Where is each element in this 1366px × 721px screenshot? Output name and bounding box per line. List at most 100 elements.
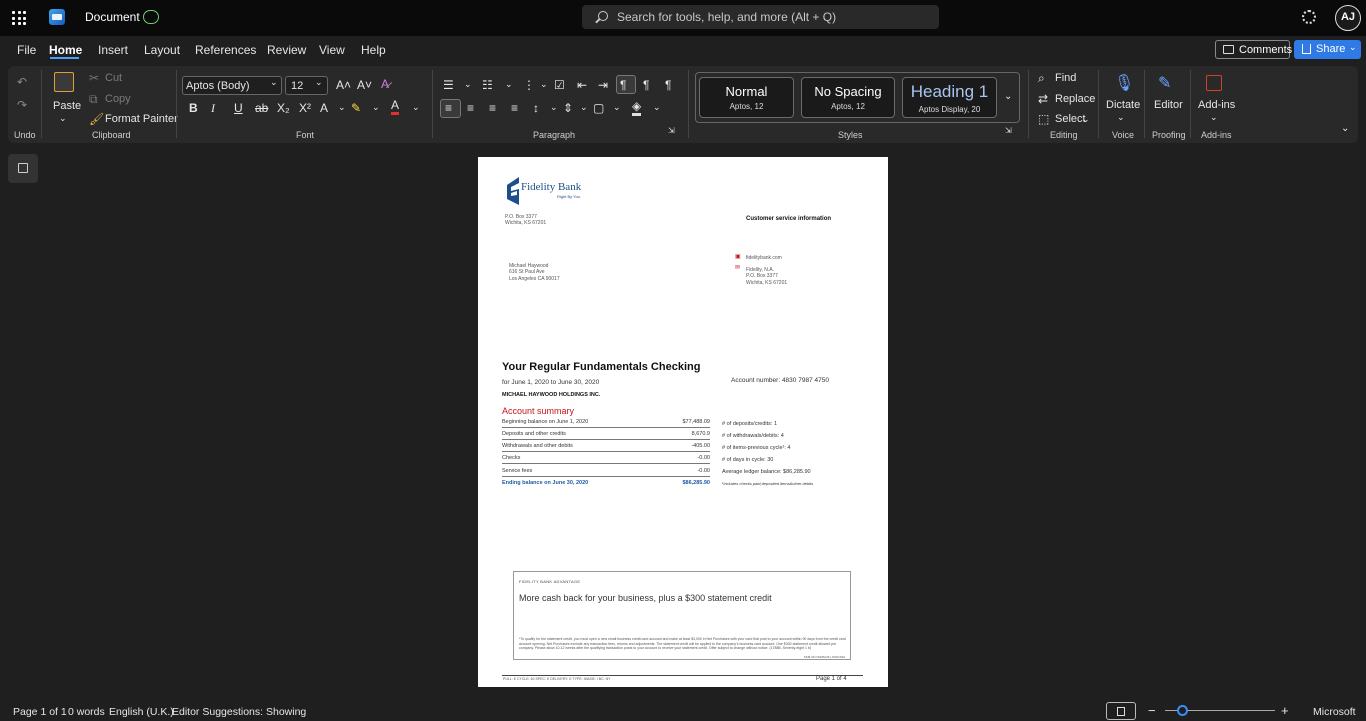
shrink-font-icon[interactable]: A˅ xyxy=(357,78,372,92)
chevron-down-icon[interactable]: ⌄ xyxy=(270,77,278,88)
clear-formatting-icon[interactable]: A̷ xyxy=(381,77,389,91)
menu-view[interactable]: View xyxy=(319,43,345,57)
status-word-count[interactable]: 0 words xyxy=(68,706,105,718)
chevron-down-icon[interactable]: ⌄ xyxy=(315,77,323,88)
settings-gear-icon[interactable] xyxy=(1302,10,1316,24)
word-logo-icon xyxy=(49,9,65,25)
document-page[interactable]: Fidelity Bank Right By You. P.O. Box 337… xyxy=(478,157,888,687)
align-center-icon[interactable]: ≡ xyxy=(467,101,474,115)
chevron-down-icon[interactable]: ⌄ xyxy=(1082,114,1090,125)
underline-icon[interactable]: U xyxy=(234,101,243,115)
chevron-down-icon[interactable]: ⌄ xyxy=(550,102,558,113)
dictate-button[interactable]: Dictate xyxy=(1106,99,1140,111)
app-launcher-icon[interactable] xyxy=(12,11,26,25)
subscript-icon[interactable]: X₂ xyxy=(277,101,290,115)
superscript-icon[interactable]: X² xyxy=(299,101,311,115)
menu-layout[interactable]: Layout xyxy=(144,43,180,57)
text-effects-icon[interactable]: A xyxy=(320,101,328,115)
bold-icon[interactable]: B xyxy=(189,101,198,115)
copy-button[interactable]: Copy xyxy=(105,93,131,105)
dialog-launcher-icon[interactable]: ⇲ xyxy=(668,126,675,135)
navigation-pane-button[interactable] xyxy=(8,154,38,183)
search-placeholder[interactable]: Search for tools, help, and more (Alt + … xyxy=(617,10,836,24)
chevron-down-icon[interactable]: ⌄ xyxy=(1117,112,1125,123)
comments-button[interactable]: Comments xyxy=(1215,40,1292,59)
menu-help[interactable]: Help xyxy=(361,43,386,57)
chevron-down-icon[interactable]: ⌄ xyxy=(372,102,380,113)
replace-button[interactable]: Replace xyxy=(1055,93,1095,105)
rtl-paragraph-icon[interactable]: ¶ xyxy=(643,78,649,92)
stat-line: # of deposits/credits: 1 xyxy=(722,421,778,427)
increase-indent-icon[interactable]: ⇥ xyxy=(598,78,608,92)
avatar[interactable]: AJ xyxy=(1335,5,1361,31)
add-ins-button[interactable]: Add-ins xyxy=(1198,99,1235,111)
redo-icon[interactable]: ↷ xyxy=(17,98,27,112)
style-heading-1[interactable]: Heading 1 Aptos Display, 20 xyxy=(902,77,997,118)
italic-icon[interactable]: I xyxy=(211,101,215,116)
chevron-down-icon[interactable]: ⌄ xyxy=(540,79,548,90)
chevron-down-icon[interactable]: ⌄ xyxy=(464,79,472,90)
menu-insert[interactable]: Insert xyxy=(98,43,128,57)
checklist-icon[interactable]: ☑ xyxy=(554,78,565,92)
chevron-down-icon[interactable]: ⌄ xyxy=(412,102,420,113)
zoom-out-icon[interactable]: − xyxy=(1148,703,1156,718)
borders-icon[interactable]: ▢ xyxy=(593,101,604,115)
paragraph-spacing-icon[interactable]: ⇕ xyxy=(563,101,573,115)
shading-icon[interactable]: ◈ xyxy=(632,100,642,116)
justify-icon[interactable]: ≡ xyxy=(511,101,518,115)
promo-header: FIDELITY BANK ADVANTAGE xyxy=(519,579,581,584)
menu-file[interactable]: File xyxy=(17,43,36,57)
cut-button[interactable]: Cut xyxy=(105,72,122,84)
multilevel-list-icon[interactable]: ⋮ xyxy=(523,78,535,92)
status-language[interactable]: English (U.K.) xyxy=(109,706,174,718)
align-left-icon[interactable]: ≡ xyxy=(445,101,452,115)
bullets-icon[interactable]: ☰ xyxy=(443,78,454,92)
font-color-icon[interactable]: A xyxy=(391,99,400,115)
microphone-icon[interactable]: 🎙 xyxy=(1114,73,1134,93)
chevron-down-icon[interactable]: ⌄ xyxy=(580,102,588,113)
chevron-down-icon[interactable]: ⌄ xyxy=(653,102,661,113)
chevron-down-icon[interactable]: ⌄ xyxy=(1210,112,1218,123)
chevron-down-icon[interactable]: ⌄ xyxy=(1349,42,1357,53)
collapse-ribbon-icon[interactable]: ⌄ xyxy=(1341,123,1349,134)
grow-font-icon[interactable]: A˄ xyxy=(336,78,351,92)
highlight-icon[interactable]: ✎ xyxy=(351,101,361,115)
chevron-down-icon[interactable]: ⌄ xyxy=(338,102,346,113)
numbering-icon[interactable]: ☷ xyxy=(482,78,493,92)
editor-button[interactable]: Editor xyxy=(1154,99,1183,111)
undo-icon[interactable]: ↶ xyxy=(17,75,27,89)
ltr-paragraph-icon[interactable]: ¶ xyxy=(620,78,626,92)
strikethrough-icon[interactable]: ab xyxy=(255,101,268,115)
share-button[interactable]: Share ⌄ xyxy=(1294,40,1361,59)
paste-chevron-icon[interactable]: ⌄ xyxy=(59,113,67,124)
status-page[interactable]: Page 1 of 1 xyxy=(13,706,67,718)
copy-icon: ⧉ xyxy=(89,92,98,106)
document-title[interactable]: Document xyxy=(85,10,140,24)
menu-references[interactable]: References xyxy=(195,43,256,57)
style-normal[interactable]: Normal Aptos, 12 xyxy=(699,77,794,118)
chevron-down-icon[interactable]: ⌄ xyxy=(613,102,621,113)
decrease-indent-icon[interactable]: ⇤ xyxy=(577,78,587,92)
title-bar: Document Search for tools, help, and mor… xyxy=(0,0,1366,36)
zoom-in-icon[interactable]: + xyxy=(1281,703,1289,718)
menu-home[interactable]: Home xyxy=(49,43,82,57)
share-label: Share xyxy=(1316,43,1346,55)
add-ins-icon[interactable] xyxy=(1206,75,1222,91)
find-button[interactable]: Find xyxy=(1055,72,1076,84)
paste-icon[interactable] xyxy=(54,72,74,92)
pilcrow-icon[interactable]: ¶ xyxy=(665,78,671,92)
select-button[interactable]: Select xyxy=(1055,113,1086,125)
paste-button[interactable]: Paste xyxy=(53,100,81,112)
chevron-down-icon[interactable]: ⌄ xyxy=(505,79,513,90)
format-painter-button[interactable]: Format Painter xyxy=(105,113,178,125)
focus-mode-button[interactable] xyxy=(1106,702,1136,720)
zoom-slider-thumb[interactable] xyxy=(1177,705,1188,716)
align-right-icon[interactable]: ≡ xyxy=(489,101,496,115)
line-spacing-icon[interactable]: ↕ xyxy=(533,101,539,115)
dialog-launcher-icon[interactable]: ⇲ xyxy=(1005,126,1012,135)
status-editor-suggestions[interactable]: Editor Suggestions: Showing xyxy=(172,706,306,718)
styles-more-icon[interactable]: ⌄ xyxy=(1004,91,1012,102)
editor-icon[interactable]: ✎ xyxy=(1158,73,1171,93)
menu-review[interactable]: Review xyxy=(267,43,306,57)
style-no-spacing[interactable]: No Spacing Aptos, 12 xyxy=(801,77,895,118)
